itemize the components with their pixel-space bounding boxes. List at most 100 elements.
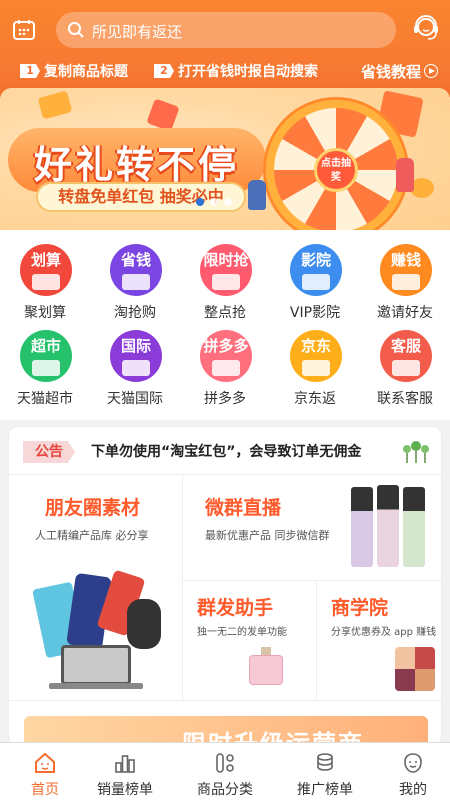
tab-label: 我的 — [399, 782, 427, 798]
badge-text: 客服 — [390, 337, 421, 355]
grid-item-label: 天猫国际 — [107, 391, 163, 407]
step-number: 1 — [20, 64, 40, 78]
person-figure — [396, 158, 414, 192]
step-copy-title: 1 复制商品标题 — [20, 60, 128, 82]
tab-label: 销量榜单 — [97, 782, 153, 798]
badge-emblem — [302, 360, 330, 376]
tab-sales-ranking[interactable]: 销量榜单 — [80, 743, 170, 800]
home-icon — [35, 752, 55, 773]
tab-label: 推广榜单 — [297, 782, 353, 798]
badge-text: 省钱 — [120, 251, 151, 269]
badge-emblem — [32, 360, 60, 376]
grid-item-label: 京东返 — [294, 391, 336, 407]
category-badge-icon: 限时抢 — [200, 244, 252, 296]
module-subtitle: 分享优惠券及 app 赚钱 — [331, 627, 437, 638]
grid-item-label: 天猫超市 — [17, 391, 73, 407]
tutorial-link[interactable]: 省钱教程 — [361, 60, 438, 82]
grid-item-jd-rebate[interactable]: 京东 京东返 — [270, 322, 360, 412]
module-title: 微群直播 — [205, 497, 282, 519]
grid-item-label: 联系客服 — [377, 391, 433, 407]
grid-item-label: 淘抢购 — [114, 305, 156, 321]
module-subtitle: 独一无二的发单功能 — [197, 627, 287, 638]
howto-steps: 1 复制商品标题 2 打开省钱时报自动搜索 省钱教程 — [0, 60, 450, 82]
badge-text: 划算 — [30, 251, 61, 269]
calendar-icon[interactable] — [12, 18, 36, 42]
module-moments[interactable]: 朋友圈素材 人工精编产品库 必分享 — [9, 475, 183, 701]
profile-icon — [404, 753, 422, 773]
module-live[interactable]: 微群直播 最新优惠产品 同步微信群 — [183, 475, 441, 581]
grid-item-tmall-global[interactable]: 国际 天猫国际 — [90, 322, 180, 412]
badge-emblem — [122, 274, 150, 290]
banner-title: 好礼转不停 — [34, 143, 240, 187]
announcement-bar[interactable]: 公告 下单勿使用“淘宝红包”，会导致订单无佣金 — [9, 427, 441, 475]
badge-emblem — [392, 274, 420, 290]
tab-home[interactable]: 首页 — [0, 743, 90, 800]
badge-emblem — [212, 274, 240, 290]
grid-item-juhuasuan[interactable]: 划算 聚划算 — [0, 236, 90, 326]
badge-emblem — [122, 360, 150, 376]
badge-text: 超市 — [30, 337, 61, 355]
step-label: 复制商品标题 — [44, 64, 128, 80]
category-badge-icon: 超市 — [20, 330, 72, 382]
step-open-app: 2 打开省钱时报自动搜索 — [154, 60, 318, 82]
grid-item-label: 聚划算 — [24, 305, 66, 321]
category-icon — [216, 753, 234, 773]
ranking-icon — [115, 755, 135, 773]
badge-text: 影院 — [300, 251, 331, 269]
search-bar[interactable]: 所见即有返还 — [56, 12, 396, 48]
grid-item-invite-friends[interactable]: 赚钱 邀请好友 — [360, 236, 450, 326]
announcement-text: 下单勿使用“淘宝红包”，会导致订单无佣金 — [91, 444, 362, 460]
badge-text: 赚钱 — [390, 251, 421, 269]
banner-subtitle: 转盘免单红包 抽奖必中 — [36, 182, 246, 212]
person-figure — [248, 180, 266, 210]
grid-item-label: 拼多多 — [204, 391, 246, 407]
category-badge-icon: 划算 — [20, 244, 72, 296]
grid-item-label: 整点抢 — [204, 305, 246, 321]
tab-promo-ranking[interactable]: 推广榜单 — [280, 743, 370, 800]
grid-item-pinduoduo[interactable]: 拼多多 拼多多 — [180, 322, 270, 412]
carousel-dot[interactable] — [224, 198, 232, 206]
grid-item-taoqianggou[interactable]: 省钱 淘抢购 — [90, 236, 180, 326]
carousel-dot[interactable] — [210, 198, 218, 206]
announcement-tag: 公告 — [23, 441, 75, 463]
feature-card: 公告 下单勿使用“淘宝红包”，会导致订单无佣金 朋友圈素材 人工精编产品库 必分… — [8, 426, 442, 746]
badge-text: 限时抢 — [203, 251, 249, 269]
category-badge-icon: 拼多多 — [200, 330, 252, 382]
category-badge-icon: 京东 — [290, 330, 342, 382]
module-title: 群发助手 — [197, 597, 274, 619]
lucky-wheel[interactable]: 点击抽奖 — [266, 100, 406, 230]
header-bar: 所见即有返还 1 复制商品标题 2 打开省钱时报自动搜索 省钱教程 — [0, 0, 450, 100]
customer-service-icon[interactable] — [412, 14, 440, 44]
tab-label: 首页 — [31, 782, 59, 798]
promo-banner[interactable]: 好礼转不停 转盘免单红包 抽奖必中 点击抽奖 — [0, 88, 450, 230]
badge-emblem — [212, 360, 240, 376]
tab-categories[interactable]: 商品分类 — [180, 743, 270, 800]
module-mass-send[interactable]: 群发助手 独一无二的发单功能 — [183, 581, 317, 701]
grid-item-vip-cinema[interactable]: 影院 VIP影院 — [270, 236, 360, 326]
badge-text: 京东 — [300, 337, 331, 355]
grid-item-label: VIP影院 — [289, 305, 341, 321]
search-placeholder: 所见即有返还 — [92, 23, 183, 41]
badge-text: 拼多多 — [203, 337, 249, 355]
category-badge-icon: 国际 — [110, 330, 162, 382]
tab-label: 商品分类 — [197, 782, 253, 798]
category-badge-icon: 客服 — [380, 330, 432, 382]
grid-item-tmall-supermarket[interactable]: 超市 天猫超市 — [0, 322, 90, 412]
grid-item-contact-support[interactable]: 客服 联系客服 — [360, 322, 450, 412]
grid-item-label: 邀请好友 — [377, 305, 433, 321]
step-number: 2 — [154, 64, 174, 78]
module-academy[interactable]: 商学院 分享优惠券及 app 赚钱 — [317, 581, 441, 701]
grid-item-zhengdianqiang[interactable]: 限时抢 整点抢 — [180, 236, 270, 326]
eyeshadow-palette-image — [395, 647, 435, 691]
badge-emblem — [32, 274, 60, 290]
step-label: 打开省钱时报自动搜索 — [178, 64, 318, 80]
module-title: 朋友圈素材 — [45, 497, 141, 519]
badge-emblem — [302, 274, 330, 290]
search-icon — [68, 22, 84, 38]
wheel-center-button[interactable]: 点击抽奖 — [314, 148, 358, 192]
tab-profile[interactable]: 我的 — [368, 743, 450, 800]
bottom-tab-bar: 首页 销量榜单 商品分类 推广榜单 我的 — [0, 742, 450, 800]
tutorial-label: 省钱教程 — [360, 62, 421, 81]
carousel-dot[interactable] — [196, 198, 204, 206]
category-badge-icon: 影院 — [290, 244, 342, 296]
